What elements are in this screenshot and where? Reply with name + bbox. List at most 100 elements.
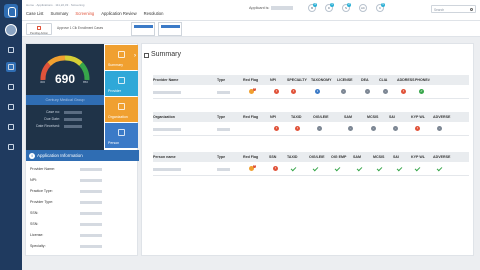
organization-table: Organization Type Red Flag NPI TAXID OIG/LEIE… — [153, 112, 469, 136]
status-badge: 5 — [381, 3, 385, 7]
breadcrumb: Home · Applications · 111,22,33 · Screen… — [26, 3, 85, 7]
applicant-selector[interactable]: Applicant is: — [249, 6, 294, 10]
status-red-icon[interactable]: ! — [273, 166, 278, 171]
column-header: TAXID — [287, 155, 298, 159]
status-blue-icon[interactable]: i — [315, 89, 320, 94]
check-icon[interactable] — [396, 165, 403, 172]
home-icon[interactable] — [6, 45, 16, 55]
check-icon[interactable] — [356, 165, 363, 172]
status-circle-1[interactable]: M3 — [308, 3, 317, 12]
column-header: ADVERSE — [433, 155, 451, 159]
status-circle-5[interactable]: K5 — [376, 3, 385, 12]
side-tab-summary[interactable]: Summary › — [105, 45, 138, 70]
status-grey-icon[interactable]: - — [317, 126, 322, 131]
tab-summary[interactable]: Summary — [50, 11, 68, 16]
status-red-icon[interactable]: ! — [415, 126, 420, 131]
check-icon[interactable] — [414, 165, 421, 172]
status-red-icon[interactable]: ! — [274, 89, 279, 94]
check-icon[interactable] — [376, 165, 383, 172]
app-logo-icon[interactable] — [4, 4, 18, 18]
info-row-provider-type: Provider Type: — [30, 200, 135, 204]
tab-resolution[interactable]: Resolution — [144, 11, 164, 16]
status-grey-icon[interactable]: - — [437, 126, 442, 131]
red-flag-icon[interactable]: 3 — [249, 164, 256, 171]
side-tab-label: Provider — [108, 89, 122, 93]
cases-icon[interactable] — [6, 62, 16, 72]
tab-case-list[interactable]: Case List — [26, 11, 43, 16]
meta-label: Date Received: — [36, 124, 60, 128]
risk-score: 690 — [54, 72, 76, 86]
column-header: Type — [217, 115, 226, 119]
provider-row[interactable]: 3!! i - - -! ✓ — [153, 85, 469, 99]
info-label: SSN: — [30, 211, 39, 215]
tab-application-review[interactable]: Application Review — [101, 11, 136, 16]
entity-name-redacted[interactable] — [153, 167, 181, 171]
person-row[interactable]: 3! — [153, 162, 469, 176]
check-icon[interactable] — [312, 165, 319, 172]
status-green-icon[interactable]: ✓ — [419, 89, 424, 94]
side-tab-label: Person — [108, 141, 120, 145]
side-tab-provider[interactable]: Provider — [105, 71, 138, 96]
status-grey-icon[interactable]: - — [371, 126, 376, 131]
entity-name-redacted[interactable] — [153, 90, 181, 94]
status-grey-icon[interactable]: - — [341, 89, 346, 94]
tab-screening[interactable]: Screening — [75, 11, 94, 16]
status-red-icon[interactable]: ! — [401, 89, 406, 94]
status-circle-4[interactable]: AC — [359, 4, 367, 12]
settings-icon[interactable] — [6, 142, 16, 152]
provider-icon — [118, 77, 125, 84]
column-header: S&I — [393, 155, 399, 159]
info-label: SSN: — [30, 222, 39, 226]
approve-enrollment-link[interactable]: Approve 1 Clk Enrollment Cases — [57, 26, 103, 30]
search-input[interactable]: Search — [431, 5, 476, 13]
status-grey-icon[interactable]: - — [383, 89, 388, 94]
pending-action-button[interactable]: Pending Action — [26, 23, 52, 35]
status-grey-icon[interactable]: - — [365, 89, 370, 94]
users-icon[interactable] — [6, 122, 16, 132]
person-table: Person name Type Red Flag SSN TAXID OIG/LEIE O… — [153, 152, 469, 176]
chevron-right-icon: › — [134, 53, 136, 59]
column-header: KYP WL — [411, 155, 425, 159]
check-icon[interactable] — [436, 165, 443, 172]
info-row-provider-name: Provider Name: — [30, 167, 135, 171]
case-thumbnail-2[interactable] — [158, 22, 182, 36]
info-label: License: — [30, 233, 44, 237]
entity-name-redacted[interactable] — [153, 127, 181, 131]
summary-icon — [144, 53, 149, 58]
side-tab-organization[interactable]: Organization — [105, 97, 138, 122]
case-thumbnail-1[interactable] — [131, 22, 155, 36]
organization-row[interactable]: !! - - - -! - — [153, 122, 469, 136]
entity-type-redacted — [217, 167, 230, 171]
status-circle-label: AC — [361, 6, 365, 10]
column-header: SAM — [344, 115, 352, 119]
column-header: OIG/LEIE — [313, 115, 329, 119]
check-icon[interactable] — [334, 165, 341, 172]
status-circle-label: K — [379, 6, 381, 10]
red-flag-icon[interactable]: 3 — [249, 87, 256, 94]
status-grey-icon[interactable]: - — [393, 126, 398, 131]
status-circle-2[interactable]: D1 — [325, 3, 334, 12]
info-label: Specialty: — [30, 244, 46, 248]
check-icon[interactable] — [290, 165, 297, 172]
application-info-title: Application Information — [37, 153, 83, 158]
column-header: SSN — [269, 155, 277, 159]
user-avatar[interactable] — [5, 24, 17, 36]
column-header: LICENSE — [337, 78, 353, 82]
column-header: SAM — [353, 155, 361, 159]
reports-icon[interactable] — [6, 102, 16, 112]
documents-icon[interactable] — [6, 82, 16, 92]
info-label: Practice Type: — [30, 189, 53, 193]
status-red-icon[interactable]: ! — [274, 126, 279, 131]
status-circle-3[interactable]: N2 — [342, 3, 351, 12]
column-header: Red Flag — [243, 78, 259, 82]
column-header: ADDRESS — [397, 78, 415, 82]
status-red-icon[interactable]: ! — [295, 126, 300, 131]
status-badge: 3 — [313, 3, 317, 7]
column-header: Provider Name — [153, 78, 179, 82]
column-header: Organization — [153, 115, 175, 119]
nav-tabs: Case List Summary Screening Application … — [26, 11, 163, 16]
status-grey-icon[interactable]: - — [348, 126, 353, 131]
column-header: TAXONOMY — [311, 78, 332, 82]
side-tab-person[interactable]: Person — [105, 123, 138, 148]
status-red-icon[interactable]: ! — [291, 89, 296, 94]
